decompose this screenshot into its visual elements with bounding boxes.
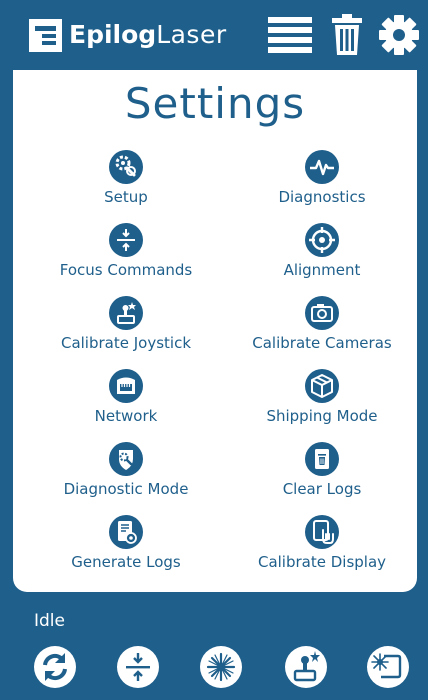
heartbeat-icon bbox=[305, 150, 339, 184]
generate-logs-label: Generate Logs bbox=[71, 553, 181, 571]
network-label: Network bbox=[94, 407, 158, 425]
shipping-mode-label: Shipping Mode bbox=[266, 407, 378, 425]
calibrate-cameras-label: Calibrate Cameras bbox=[252, 334, 392, 352]
clear-logs-label: Clear Logs bbox=[282, 480, 362, 498]
shipping-mode-button[interactable]: Shipping Mode bbox=[227, 369, 417, 425]
diagnostics-button[interactable]: Diagnostics bbox=[227, 150, 417, 206]
focus-icon[interactable] bbox=[116, 645, 160, 689]
status-text: Idle bbox=[34, 611, 65, 631]
refresh-icon[interactable] bbox=[33, 645, 77, 689]
logo-icon bbox=[29, 19, 62, 52]
brand-bold: Epilog bbox=[69, 20, 157, 49]
diagnostic-mode-label: Diagnostic Mode bbox=[63, 480, 189, 498]
calibrate-joystick-button[interactable]: Calibrate Joystick bbox=[31, 296, 221, 352]
shipping-box-icon bbox=[305, 369, 339, 403]
status-footer: Idle bbox=[0, 592, 428, 700]
alignment-label: Alignment bbox=[283, 261, 361, 279]
generate-logs-icon bbox=[109, 515, 143, 549]
calibrate-display-icon bbox=[305, 515, 339, 549]
calibrate-cameras-button[interactable]: Calibrate Cameras bbox=[227, 296, 417, 352]
brand-light: Laser bbox=[156, 20, 227, 49]
calibrate-display-button[interactable]: Calibrate Display bbox=[227, 515, 417, 571]
setup-label: Setup bbox=[104, 188, 148, 206]
diagnostic-shield-icon bbox=[109, 442, 143, 476]
laser-icon[interactable] bbox=[199, 645, 243, 689]
gear-icon[interactable] bbox=[378, 14, 420, 56]
crosshair-icon bbox=[305, 223, 339, 257]
laser-frame-icon[interactable] bbox=[366, 645, 410, 689]
generate-logs-button[interactable]: Generate Logs bbox=[31, 515, 221, 571]
calibrate-display-label: Calibrate Display bbox=[257, 553, 387, 571]
list-icon[interactable] bbox=[268, 14, 312, 54]
wrench-gear-icon bbox=[109, 150, 143, 184]
focus-commands-label: Focus Commands bbox=[59, 261, 193, 279]
camera-icon bbox=[305, 296, 339, 330]
page-title: Settings bbox=[124, 79, 306, 128]
network-button[interactable]: Network bbox=[31, 369, 221, 425]
joystick-icon bbox=[109, 296, 143, 330]
calibrate-joystick-label: Calibrate Joystick bbox=[60, 334, 192, 352]
diagnostic-mode-button[interactable]: Diagnostic Mode bbox=[31, 442, 221, 498]
trash-icon[interactable] bbox=[330, 14, 364, 56]
focus-commands-button[interactable]: Focus Commands bbox=[31, 223, 221, 279]
focus-arrows-icon bbox=[109, 223, 143, 257]
clear-logs-icon bbox=[305, 442, 339, 476]
settings-panel: Settings Setup Diagnostics Focus Command… bbox=[13, 70, 417, 592]
network-icon bbox=[109, 369, 143, 403]
brand-name: EpilogLaser bbox=[69, 20, 227, 50]
joystick-icon[interactable] bbox=[284, 645, 328, 689]
setup-button[interactable]: Setup bbox=[31, 150, 221, 206]
clear-logs-button[interactable]: Clear Logs bbox=[227, 442, 417, 498]
header-bar: EpilogLaser bbox=[0, 0, 428, 70]
diagnostics-label: Diagnostics bbox=[278, 188, 366, 206]
alignment-button[interactable]: Alignment bbox=[227, 223, 417, 279]
